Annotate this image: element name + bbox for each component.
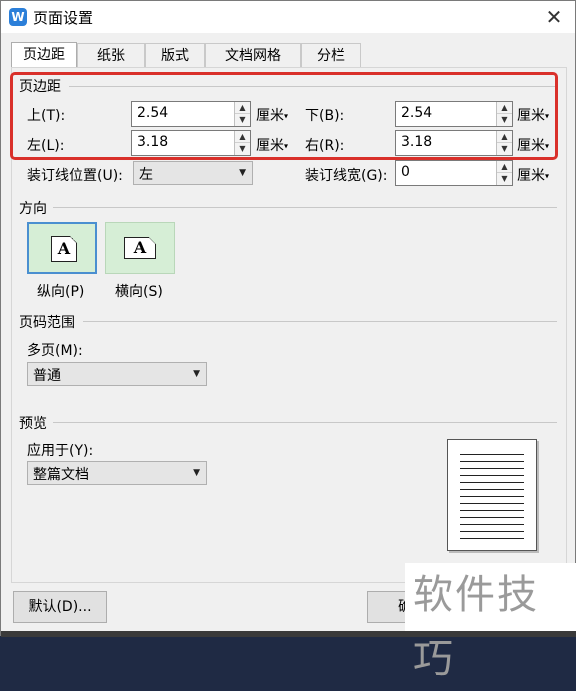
tab-document-grid[interactable]: 文档网格 [205,43,301,68]
orientation-section-label: 方向 [19,201,47,217]
multiple-pages-label: 多页(M): [27,343,83,359]
dropdown-arrow-icon: ▼ [193,369,200,379]
tab-margins[interactable]: 页边距 [11,42,77,68]
landscape-label: 横向(S) [115,284,163,300]
landscape-button[interactable]: A [105,222,175,274]
background-strip [1,631,576,637]
orientation-divider [53,207,557,208]
page-preview [447,439,537,551]
gutter-width-label: 装订线宽(G): [305,168,388,184]
gutter-position-select[interactable]: 左 ▼ [133,161,253,185]
close-button[interactable]: ✕ [539,3,569,31]
multiple-pages-select[interactable]: 普通 ▼ [27,362,207,386]
dropdown-arrow-icon: ▼ [239,168,246,178]
apply-to-select[interactable]: 整篇文档 ▼ [27,461,207,485]
portrait-button[interactable]: A [27,222,97,274]
tab-layout[interactable]: 版式 [145,43,205,68]
dropdown-arrow-icon: ▼ [193,468,200,478]
page-range-section-label: 页码范围 [19,315,75,331]
page-range-divider [83,321,557,322]
margins-highlight-box [10,72,558,160]
wps-app-icon: W [9,8,27,26]
apply-to-label: 应用于(Y): [27,443,94,459]
portrait-label: 纵向(P) [37,284,85,300]
title-bar: W 页面设置 ✕ [1,1,575,33]
spin-up-icon[interactable]: ▲ [497,161,512,173]
tab-paper[interactable]: 纸张 [77,43,145,68]
gutter-unit-dropdown[interactable]: 厘米▾ [517,165,549,185]
gutter-width-spinner[interactable]: 0 ▲ ▼ [395,160,513,186]
portrait-page-icon: A [51,236,77,262]
window-title: 页面设置 [33,9,94,27]
preview-divider [53,422,557,423]
default-button[interactable]: 默认(D)... [13,591,107,623]
landscape-page-icon: A [124,237,156,259]
tab-columns[interactable]: 分栏 [301,43,361,68]
watermark: 软件技巧 [405,563,576,682]
page-setup-dialog: W 页面设置 ✕ 页边距 纸张 版式 文档网格 分栏 页边距 上(T): 2.5… [0,0,576,682]
gutter-position-label: 装订线位置(U): [27,168,123,184]
spin-down-icon[interactable]: ▼ [497,173,512,185]
caret-down-icon: ▾ [545,171,550,181]
preview-section-label: 预览 [19,416,47,432]
gutter-width-value[interactable]: 0 [401,164,410,180]
